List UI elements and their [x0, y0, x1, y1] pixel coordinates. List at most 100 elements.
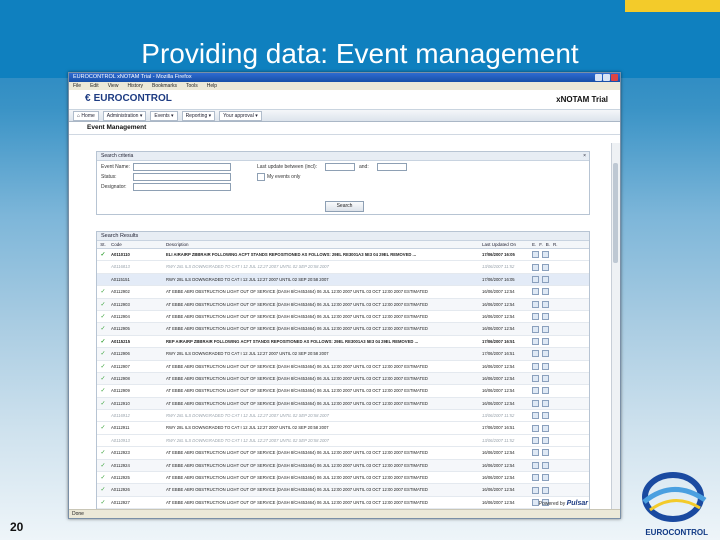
edit-icon[interactable] [532, 313, 539, 321]
edit-icon[interactable] [532, 362, 539, 370]
table-row[interactable]: ✓ A0112910 AT EBBE ABRI OBSTRUCTION LIGHT … [97, 397, 589, 411]
event-code[interactable]: A0112908 [109, 373, 166, 384]
edit-icon[interactable] [532, 399, 539, 407]
copy-icon[interactable] [542, 362, 549, 370]
event-code[interactable]: A0115151 [109, 274, 166, 285]
edit-icon[interactable] [532, 375, 539, 383]
event-code[interactable]: A0112904 [109, 311, 166, 322]
table-row[interactable]: ✓ A0112902 AT EBBE ABRI OBSTRUCTION LIGHT … [97, 286, 589, 299]
col-code[interactable]: Code [109, 241, 166, 248]
edit-icon[interactable] [532, 275, 539, 283]
edit-icon[interactable] [532, 325, 539, 333]
table-row[interactable]: ✓ A0112905 AT EBBE ABRI OBSTRUCTION LIGHT … [97, 323, 589, 336]
event-code[interactable]: A0112910 [109, 398, 166, 409]
copy-icon[interactable] [542, 337, 549, 345]
copy-icon[interactable] [542, 486, 549, 494]
table-row[interactable]: ✓ A0112926 AT EBBE ABRI OBSTRUCTION LIGHT … [97, 484, 589, 497]
event-code[interactable]: A0116813 [109, 261, 166, 272]
copy-icon[interactable] [542, 474, 549, 482]
col-status[interactable]: St. [97, 241, 109, 248]
designator-input[interactable] [133, 183, 231, 191]
edit-icon[interactable] [532, 300, 539, 308]
table-row[interactable]: ✓ A0112924 AT EBBE ABRI OBSTRUCTION LIGHT … [97, 459, 589, 473]
copy-icon[interactable] [542, 300, 549, 308]
table-row[interactable]: ✓ A0112907 AT EBBE ABRI OBSTRUCTION LIGHT … [97, 361, 589, 373]
edit-icon[interactable] [532, 251, 539, 259]
copy-icon[interactable] [542, 325, 549, 333]
event-code[interactable]: A0112902 [109, 286, 166, 297]
table-row[interactable]: ✓ A0112911 RWY 28L ILS DOWNGRADED TO CAT I… [97, 422, 589, 435]
event-code[interactable]: A0112903 [109, 299, 166, 310]
copy-icon[interactable] [542, 412, 549, 420]
status-select[interactable] [133, 173, 231, 181]
copy-icon[interactable] [542, 399, 549, 407]
copy-icon[interactable] [542, 461, 549, 469]
copy-icon[interactable] [542, 263, 549, 271]
table-row[interactable]: A0110913 RWY 28L ILS DOWNGRADED TO CAT I … [97, 435, 589, 448]
maximize-button[interactable] [603, 74, 610, 81]
menu-bookmarks[interactable]: Bookmarks [152, 82, 177, 90]
edit-icon[interactable] [532, 263, 539, 271]
event-code[interactable]: A0112911 [109, 422, 166, 433]
copy-icon[interactable] [542, 350, 549, 358]
copy-icon[interactable] [542, 275, 549, 283]
scrollbar-thumb[interactable] [613, 163, 618, 263]
edit-icon[interactable] [532, 486, 539, 494]
collapse-icon[interactable]: × [583, 152, 586, 160]
edit-icon[interactable] [532, 412, 539, 420]
event-code[interactable]: A0112924 [109, 460, 166, 471]
nav-events[interactable]: Events ▾ [150, 110, 178, 121]
copy-icon[interactable] [542, 449, 549, 457]
edit-icon[interactable] [532, 350, 539, 358]
table-row[interactable]: A0116813 RWY 28L ILS DOWNGRADED TO CAT I … [97, 261, 589, 274]
col-last-updated[interactable]: Last Updated On [482, 241, 532, 248]
table-row[interactable]: A0116912 RWY 28L ILS DOWNGRADED TO CAT I … [97, 410, 589, 423]
table-row[interactable]: ✓ A0112925 AT EBBE ABRI OBSTRUCTION LIGHT … [97, 472, 589, 485]
page-scrollbar[interactable] [611, 143, 620, 518]
copy-icon[interactable] [542, 387, 549, 395]
copy-icon[interactable] [542, 251, 549, 259]
copy-icon[interactable] [542, 288, 549, 296]
copy-icon[interactable] [542, 424, 549, 432]
menu-help[interactable]: Help [207, 82, 217, 90]
event-code[interactable]: A0112925 [109, 472, 166, 483]
menu-file[interactable]: File [73, 82, 81, 90]
table-row[interactable]: ✓ A0112927 AT EBBE ABRI OBSTRUCTION LIGHT … [97, 497, 589, 510]
table-row[interactable]: ✓ A0112906 RWY 28L ILS DOWNGRADED TO CAT I… [97, 348, 589, 361]
edit-icon[interactable] [532, 288, 539, 296]
event-code[interactable]: A0112927 [109, 497, 166, 508]
menu-edit[interactable]: Edit [90, 82, 99, 90]
menu-history[interactable]: History [127, 82, 143, 90]
edit-icon[interactable] [532, 424, 539, 432]
edit-icon[interactable] [532, 461, 539, 469]
date-to-input[interactable] [377, 163, 407, 171]
event-code[interactable]: A0110110 [109, 249, 166, 260]
edit-icon[interactable] [532, 449, 539, 457]
copy-icon[interactable] [542, 313, 549, 321]
event-code[interactable]: A0112905 [109, 323, 166, 334]
table-row[interactable]: ✓ A0110110 ELI AIRAIRP ZBBRAIR FOLLOWING A… [97, 249, 589, 262]
close-button[interactable] [611, 74, 618, 81]
nav-administration[interactable]: Administration ▾ [102, 110, 147, 121]
event-code[interactable]: A0110913 [109, 435, 166, 446]
table-row[interactable]: ✓ A0112903 AT EBBE ABRI OBSTRUCTION LIGHT … [97, 298, 589, 311]
copy-icon[interactable] [542, 437, 549, 445]
table-row[interactable]: A0115151 RWY 28L ILS DOWNGRADED TO CAT I … [97, 273, 589, 287]
menu-view[interactable]: View [108, 82, 119, 90]
date-from-input[interactable] [325, 163, 355, 171]
event-name-input[interactable] [133, 163, 231, 171]
nav-reporting[interactable]: Reporting ▾ [181, 110, 216, 121]
table-row[interactable]: ✓ A0112908 AT EBBE ABRI OBSTRUCTION LIGHT … [97, 372, 589, 386]
event-code[interactable]: A0112909 [109, 385, 166, 396]
event-code[interactable]: A0115215 [109, 336, 166, 347]
copy-icon[interactable] [542, 375, 549, 383]
event-code[interactable]: A0116912 [109, 410, 166, 421]
event-code[interactable]: A0112906 [109, 348, 166, 359]
table-row[interactable]: ✓ A0115215 REP AIRAIRP ZBBRAIR FOLLOWING A… [97, 336, 589, 349]
event-code[interactable]: A0112926 [109, 484, 166, 495]
edit-icon[interactable] [532, 387, 539, 395]
edit-icon[interactable] [532, 337, 539, 345]
nav-your-approval[interactable]: Your approval ▾ [219, 110, 262, 121]
search-button[interactable]: Search [325, 201, 364, 212]
edit-icon[interactable] [532, 474, 539, 482]
